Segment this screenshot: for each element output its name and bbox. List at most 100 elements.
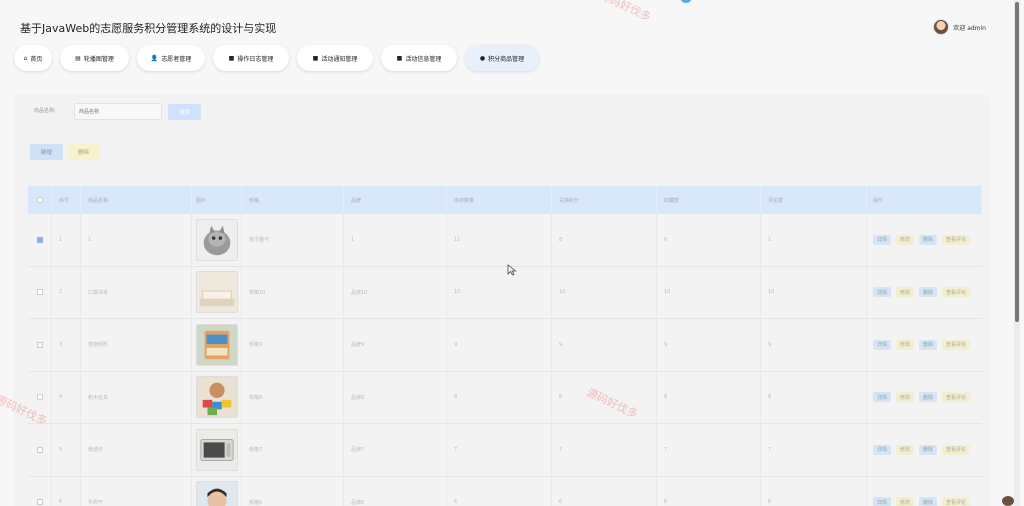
select-all-checkbox[interactable]: [28, 186, 52, 214]
table-row[interactable]: 3 宠物饲料 规格9 品牌9 9 9 9 9 详情 修改 删除 查看评论: [28, 319, 982, 372]
row-checkbox[interactable]: [28, 319, 52, 371]
detail-button[interactable]: 详情: [873, 497, 892, 506]
cell-index: 1: [52, 214, 81, 266]
cell-brand: 品牌6: [344, 476, 447, 506]
user-menu[interactable]: 欢迎 admin: [933, 19, 986, 35]
cell-spec: 规格9: [242, 319, 344, 371]
detail-button[interactable]: 详情: [873, 339, 892, 350]
nav-icon: 👤: [150, 54, 159, 62]
cell-name: 宠物饲料: [81, 319, 192, 371]
view-comments-button[interactable]: 查看评论: [942, 497, 971, 506]
checkbox-box[interactable]: [36, 446, 43, 453]
nav-label: 轮播图管理: [83, 55, 114, 63]
view-comments-button[interactable]: 查看评论: [942, 287, 971, 298]
cell-stock: 9: [447, 319, 552, 371]
page-title: 基于JavaWeb的志愿服务积分管理系统的设计与实现: [20, 22, 277, 35]
checkbox-box[interactable]: [36, 499, 43, 506]
search-input[interactable]: [74, 103, 162, 120]
cell-comments: 10: [761, 266, 867, 318]
cell-index: 5: [52, 424, 81, 476]
nav-label: 积分商品管理: [488, 55, 525, 63]
cell-favorites: 0: [657, 214, 761, 266]
delete-button[interactable]: 删除: [919, 234, 938, 245]
header-name: 商品名称: [81, 186, 192, 214]
checkbox-box[interactable]: [36, 394, 43, 401]
cell-brand: 品牌10: [344, 266, 447, 318]
edit-button[interactable]: 修改: [896, 339, 915, 350]
row-checkbox[interactable]: [28, 214, 52, 266]
cell-brand: 1: [344, 214, 447, 266]
nav-item-3[interactable]: ■ 操作日志管理: [213, 45, 289, 71]
cell-stock: 10: [447, 266, 552, 318]
floating-avatar[interactable]: [1002, 496, 1014, 506]
view-comments-button[interactable]: 查看评论: [942, 339, 971, 350]
view-comments-button[interactable]: 查看评论: [942, 392, 971, 403]
edit-button[interactable]: 修改: [896, 392, 915, 403]
detail-button[interactable]: 详情: [873, 392, 892, 403]
detail-button[interactable]: 详情: [873, 234, 892, 245]
row-checkbox[interactable]: [28, 266, 52, 318]
nav-item-1[interactable]: ▤ 轮播图管理: [60, 45, 129, 71]
cell-name: 1: [81, 214, 192, 266]
nav-icon: ■: [396, 54, 403, 62]
checkbox-box[interactable]: [36, 289, 43, 296]
delete-button[interactable]: 删除: [919, 392, 938, 403]
nav-icon: ■: [228, 54, 235, 62]
view-comments-button[interactable]: 查看评论: [942, 234, 971, 245]
table-row[interactable]: 2 口袋书本 规格10 品牌10 10 10 10 10 详情 修改 删除 查看评论: [28, 266, 982, 319]
cell-index: 2: [52, 266, 81, 318]
checkbox-box[interactable]: [36, 197, 43, 203]
nav-icon: ▤: [75, 54, 81, 62]
edit-button[interactable]: 修改: [896, 287, 915, 298]
delete-button[interactable]: 删除: [919, 339, 938, 350]
cell-stock: 11: [447, 214, 552, 266]
table-row[interactable]: 1 1 金币猫卡 1 11 8 0 1 详情 修改 删除 查看评论: [28, 214, 982, 267]
cell-actions: 详情 修改 删除 查看评论: [867, 424, 982, 476]
delete-button[interactable]: 删除: [919, 444, 938, 455]
detail-button[interactable]: 详情: [873, 287, 892, 298]
cell-favorites: 9: [657, 319, 761, 371]
cell-actions: 详情 修改 删除 查看评论: [867, 214, 982, 266]
mouse-cursor-icon: [507, 264, 517, 276]
cell-comments: 8: [761, 371, 867, 423]
cell-spec: 规格10: [242, 266, 344, 318]
edit-button[interactable]: 修改: [896, 497, 915, 506]
header-actions: 操作: [867, 186, 982, 214]
add-button[interactable]: 新增: [30, 144, 63, 160]
cell-favorites: 10: [657, 266, 761, 318]
header-comments: 评论数: [761, 186, 867, 214]
cell-points: 6: [552, 476, 657, 506]
edit-button[interactable]: 修改: [896, 234, 915, 245]
row-checkbox[interactable]: [28, 476, 52, 506]
table-row[interactable]: 5 微波炉 规格7 品牌7 7 7 7 7 详情 修改 删除 查看评论: [28, 424, 982, 477]
table-row[interactable]: 4 积木玩具 规格8 品牌8 8 8 8 8 详情 修改 删除 查看评论: [28, 371, 982, 424]
nav-icon: ■: [312, 54, 319, 62]
top-indicator: [680, 0, 692, 3]
nav-label: 志愿者管理: [161, 55, 192, 63]
search-button[interactable]: 搜索: [168, 104, 201, 120]
view-comments-button[interactable]: 查看评论: [942, 444, 971, 455]
table-row[interactable]: 6 牛肉干 规格6 品牌6 6 6 6 6 详情 修改 删除 查看评论: [28, 476, 982, 506]
edit-button[interactable]: 修改: [896, 444, 915, 455]
delete-button[interactable]: 删除: [919, 497, 938, 506]
delete-button[interactable]: 删除: [919, 287, 938, 298]
nav-item-6[interactable]: ● 积分商品管理: [465, 45, 539, 71]
nav-label: 活动信息管理: [405, 55, 442, 63]
row-checkbox[interactable]: [28, 424, 52, 476]
avatar[interactable]: [933, 19, 950, 35]
nav-item-0[interactable]: ⌂ 首页: [14, 45, 52, 71]
checkbox-box[interactable]: [36, 341, 43, 348]
cell-index: 3: [52, 319, 81, 371]
scrollbar-thumb[interactable]: [1015, 2, 1019, 322]
product-image: [196, 323, 238, 366]
cell-actions: 详情 修改 删除 查看评论: [867, 319, 982, 371]
cell-spec: 规格7: [242, 424, 344, 476]
nav-item-4[interactable]: ■ 活动通知管理: [297, 45, 373, 71]
nav-item-2[interactable]: 👤 志愿者管理: [137, 45, 205, 71]
cell-points: 10: [552, 266, 657, 318]
cell-favorites: 6: [657, 476, 761, 506]
nav-item-5[interactable]: ■ 活动信息管理: [381, 45, 457, 71]
batch-delete-button[interactable]: 删除: [67, 144, 100, 160]
detail-button[interactable]: 详情: [873, 444, 892, 455]
checkbox-box[interactable]: [36, 236, 43, 243]
